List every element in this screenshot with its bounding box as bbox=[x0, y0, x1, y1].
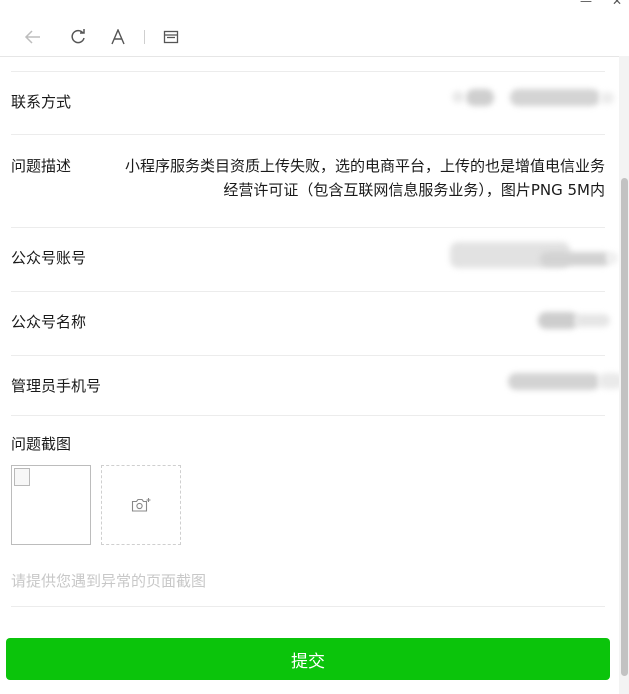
admin-phone-value-redacted[interactable] bbox=[508, 372, 619, 392]
scrollbar-thumb[interactable] bbox=[621, 178, 628, 676]
window-icon[interactable] bbox=[160, 26, 182, 48]
toolbar-separator bbox=[144, 30, 145, 44]
contact-value-redacted[interactable] bbox=[452, 89, 614, 107]
feedback-form: 联系方式 问题描述 小程序服务类目资质上传失败，选的电商平台，上传的也是增值电信… bbox=[0, 56, 619, 694]
divider bbox=[11, 415, 605, 416]
feedback-page: — ✕ 联系方式 问题描述 小程序服务类目资质上传失败，选的电商平台，上传的也是… bbox=[0, 0, 629, 694]
description-value[interactable]: 小程序服务类目资质上传失败，选的电商平台，上传的也是增值电信业务经营许可证（包含… bbox=[116, 154, 605, 202]
back-icon[interactable] bbox=[22, 26, 44, 48]
divider bbox=[11, 134, 605, 135]
screenshot-label: 问题截图 bbox=[11, 435, 72, 453]
divider bbox=[11, 227, 605, 228]
camera-icon bbox=[131, 498, 151, 512]
broken-image-icon bbox=[14, 468, 30, 486]
account-value-redacted[interactable] bbox=[450, 242, 618, 270]
divider bbox=[11, 291, 605, 292]
divider bbox=[11, 71, 605, 72]
screenshot-hint: 请提供您遇到异常的页面截图 bbox=[11, 572, 207, 590]
divider bbox=[11, 606, 605, 607]
font-size-icon[interactable] bbox=[107, 26, 129, 48]
uploaded-screenshot-thumbnail[interactable] bbox=[11, 465, 91, 545]
browser-toolbar: — ✕ bbox=[0, 0, 629, 57]
minimize-icon[interactable]: — bbox=[580, 0, 592, 8]
contact-label: 联系方式 bbox=[11, 93, 72, 111]
description-label: 问题描述 bbox=[11, 157, 72, 175]
admin-phone-label: 管理员手机号 bbox=[11, 377, 102, 395]
refresh-icon[interactable] bbox=[67, 26, 89, 48]
divider bbox=[11, 355, 605, 356]
submit-button[interactable]: 提交 bbox=[6, 638, 610, 680]
account-label: 公众号账号 bbox=[11, 249, 87, 267]
name-label: 公众号名称 bbox=[11, 313, 87, 331]
name-value-redacted[interactable] bbox=[538, 312, 612, 330]
close-icon[interactable]: ✕ bbox=[612, 0, 622, 8]
add-screenshot-button[interactable] bbox=[101, 465, 181, 545]
